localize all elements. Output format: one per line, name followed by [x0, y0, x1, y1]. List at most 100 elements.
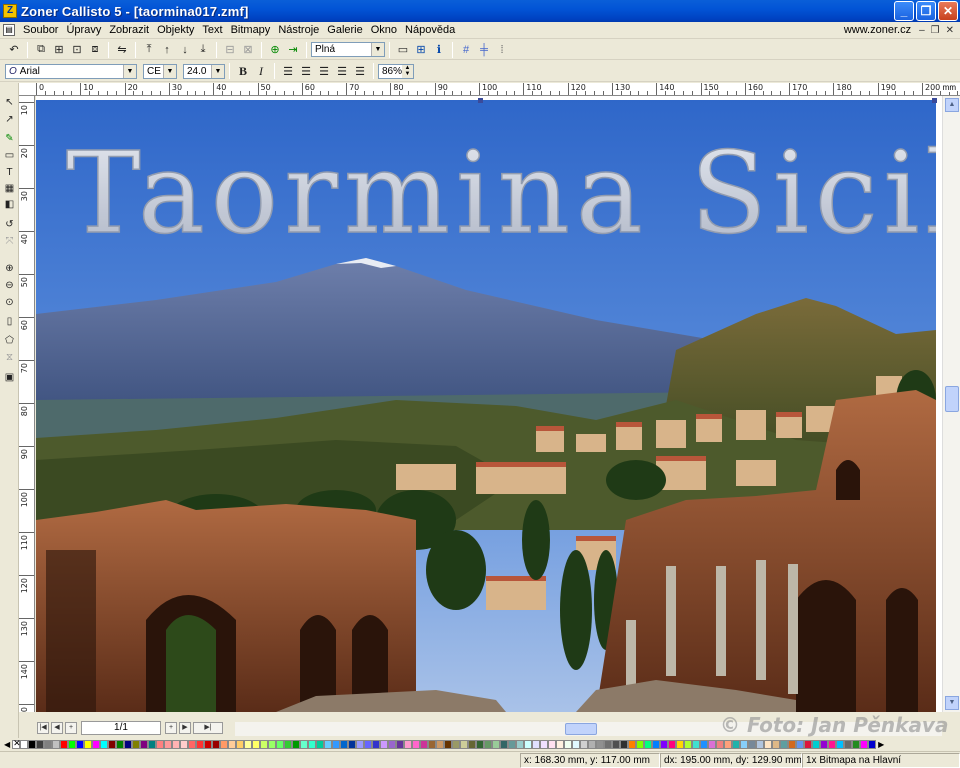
- color-swatch[interactable]: [292, 739, 301, 749]
- mirror-icon[interactable]: ⇋: [114, 42, 130, 58]
- color-swatch[interactable]: [324, 739, 333, 749]
- node-edit-tool-icon[interactable]: ↗: [2, 112, 17, 127]
- color-swatch[interactable]: [548, 739, 557, 749]
- color-swatch[interactable]: [580, 739, 589, 749]
- align-right-icon[interactable]: ☰: [316, 63, 332, 79]
- bitmap-tool-icon[interactable]: ▣: [2, 370, 17, 385]
- group-icon[interactable]: ⧉: [33, 42, 49, 58]
- undo-icon[interactable]: ↶: [6, 42, 22, 58]
- color-swatch[interactable]: [132, 739, 141, 749]
- color-swatch[interactable]: [180, 739, 189, 749]
- color-swatch[interactable]: [60, 739, 69, 749]
- color-swatch[interactable]: [740, 739, 749, 749]
- color-swatch[interactable]: [164, 739, 173, 749]
- color-swatch[interactable]: [716, 739, 725, 749]
- charset-select[interactable]: CE ▼: [143, 63, 177, 79]
- info-icon[interactable]: ℹ: [431, 42, 447, 58]
- italic-button[interactable]: I: [253, 63, 269, 79]
- selection-handle[interactable]: [932, 98, 937, 103]
- zoom-in-icon[interactable]: ⊕: [2, 261, 17, 276]
- color-swatch[interactable]: [820, 739, 829, 749]
- color-swatch[interactable]: [340, 739, 349, 749]
- color-swatch[interactable]: [620, 739, 629, 749]
- minimize-button[interactable]: _: [894, 1, 914, 21]
- rectangle-tool-icon[interactable]: ▭: [2, 148, 17, 163]
- color-swatch[interactable]: [668, 739, 677, 749]
- justify-icon[interactable]: ☰: [334, 63, 350, 79]
- color-swatch[interactable]: [364, 739, 373, 749]
- zoom-out-icon[interactable]: ⊖: [2, 278, 17, 293]
- color-swatch[interactable]: [20, 739, 29, 749]
- add-page-after-icon[interactable]: +: [165, 722, 177, 734]
- color-swatch[interactable]: [828, 739, 837, 749]
- color-swatch[interactable]: [732, 739, 741, 749]
- page-layout-icon[interactable]: ⊞: [413, 42, 429, 58]
- color-swatch[interactable]: [300, 739, 309, 749]
- document-icon[interactable]: ▤: [3, 24, 15, 36]
- color-swatch[interactable]: [348, 739, 357, 749]
- transform-tool-icon[interactable]: ⤧: [2, 234, 17, 249]
- color-swatch[interactable]: [220, 739, 229, 749]
- menu-bitmapy[interactable]: Bitmapy: [227, 24, 275, 36]
- color-swatch[interactable]: [836, 739, 845, 749]
- mdi-minimize-icon[interactable]: –: [919, 25, 925, 36]
- color-swatch[interactable]: [516, 739, 525, 749]
- color-swatch[interactable]: [436, 739, 445, 749]
- color-swatch[interactable]: [564, 739, 573, 749]
- color-swatch[interactable]: [796, 739, 805, 749]
- color-swatch[interactable]: [660, 739, 669, 749]
- align-icon[interactable]: ⊟: [222, 42, 238, 58]
- font-size-select[interactable]: 24.0 ▼: [183, 63, 225, 79]
- color-swatch[interactable]: [124, 739, 133, 749]
- color-swatch[interactable]: [172, 739, 181, 749]
- color-swatch[interactable]: [356, 739, 365, 749]
- color-swatch[interactable]: [284, 739, 293, 749]
- font-select[interactable]: O Arial ▼: [5, 63, 137, 79]
- color-swatch[interactable]: [852, 739, 861, 749]
- palette-scroll-left-icon[interactable]: ◀: [4, 740, 10, 749]
- hscroll-thumb[interactable]: [565, 723, 597, 735]
- color-swatch[interactable]: [804, 739, 813, 749]
- zoner-app-icon[interactable]: Z: [3, 4, 17, 18]
- color-swatch[interactable]: [572, 739, 581, 749]
- color-swatch[interactable]: [52, 739, 61, 749]
- dotted-grid-icon[interactable]: ⁞: [494, 42, 510, 58]
- fill-tool-icon[interactable]: ◧: [2, 197, 17, 212]
- color-swatch[interactable]: [84, 739, 93, 749]
- break-apart-icon[interactable]: ⧈: [87, 42, 103, 58]
- rotate-tool-icon[interactable]: ↺: [2, 217, 17, 232]
- color-swatch[interactable]: [108, 739, 117, 749]
- to-back-icon[interactable]: ⤓: [195, 42, 211, 58]
- first-page-icon[interactable]: |◀: [37, 722, 49, 734]
- color-swatch[interactable]: [724, 739, 733, 749]
- color-swatch[interactable]: [332, 739, 341, 749]
- color-swatch[interactable]: [692, 739, 701, 749]
- palette-scroll-right-icon[interactable]: ▶: [878, 740, 884, 749]
- forward-icon[interactable]: ↑: [159, 42, 175, 58]
- color-swatch[interactable]: [708, 739, 717, 749]
- color-swatch[interactable]: [524, 739, 533, 749]
- color-swatch[interactable]: [76, 739, 85, 749]
- color-swatch[interactable]: [492, 739, 501, 749]
- horizontal-ruler[interactable]: 0 10 20 30 40 50 60 70 80 90 100 110 120 130 140 150 160…: [19, 83, 960, 96]
- color-swatch[interactable]: [460, 739, 469, 749]
- color-swatch[interactable]: [676, 739, 685, 749]
- color-swatch[interactable]: [196, 739, 205, 749]
- force-justify-icon[interactable]: ☰: [352, 63, 368, 79]
- combine-icon[interactable]: ⊡: [69, 42, 85, 58]
- color-swatch[interactable]: [148, 739, 157, 749]
- color-swatch[interactable]: [244, 739, 253, 749]
- color-swatch[interactable]: [556, 739, 565, 749]
- fill-style-select[interactable]: Plná ▼: [311, 42, 385, 57]
- pointer-tool-icon[interactable]: ↖: [2, 95, 17, 110]
- color-swatch[interactable]: [772, 739, 781, 749]
- ungroup-icon[interactable]: ⊞: [51, 42, 67, 58]
- color-swatch[interactable]: [188, 739, 197, 749]
- color-swatch[interactable]: [788, 739, 797, 749]
- color-swatch[interactable]: [236, 739, 245, 749]
- page-icon[interactable]: ▯: [2, 314, 17, 329]
- color-swatch[interactable]: [308, 739, 317, 749]
- add-page-icon[interactable]: +: [65, 722, 77, 734]
- color-swatch[interactable]: [700, 739, 709, 749]
- color-swatch[interactable]: [100, 739, 109, 749]
